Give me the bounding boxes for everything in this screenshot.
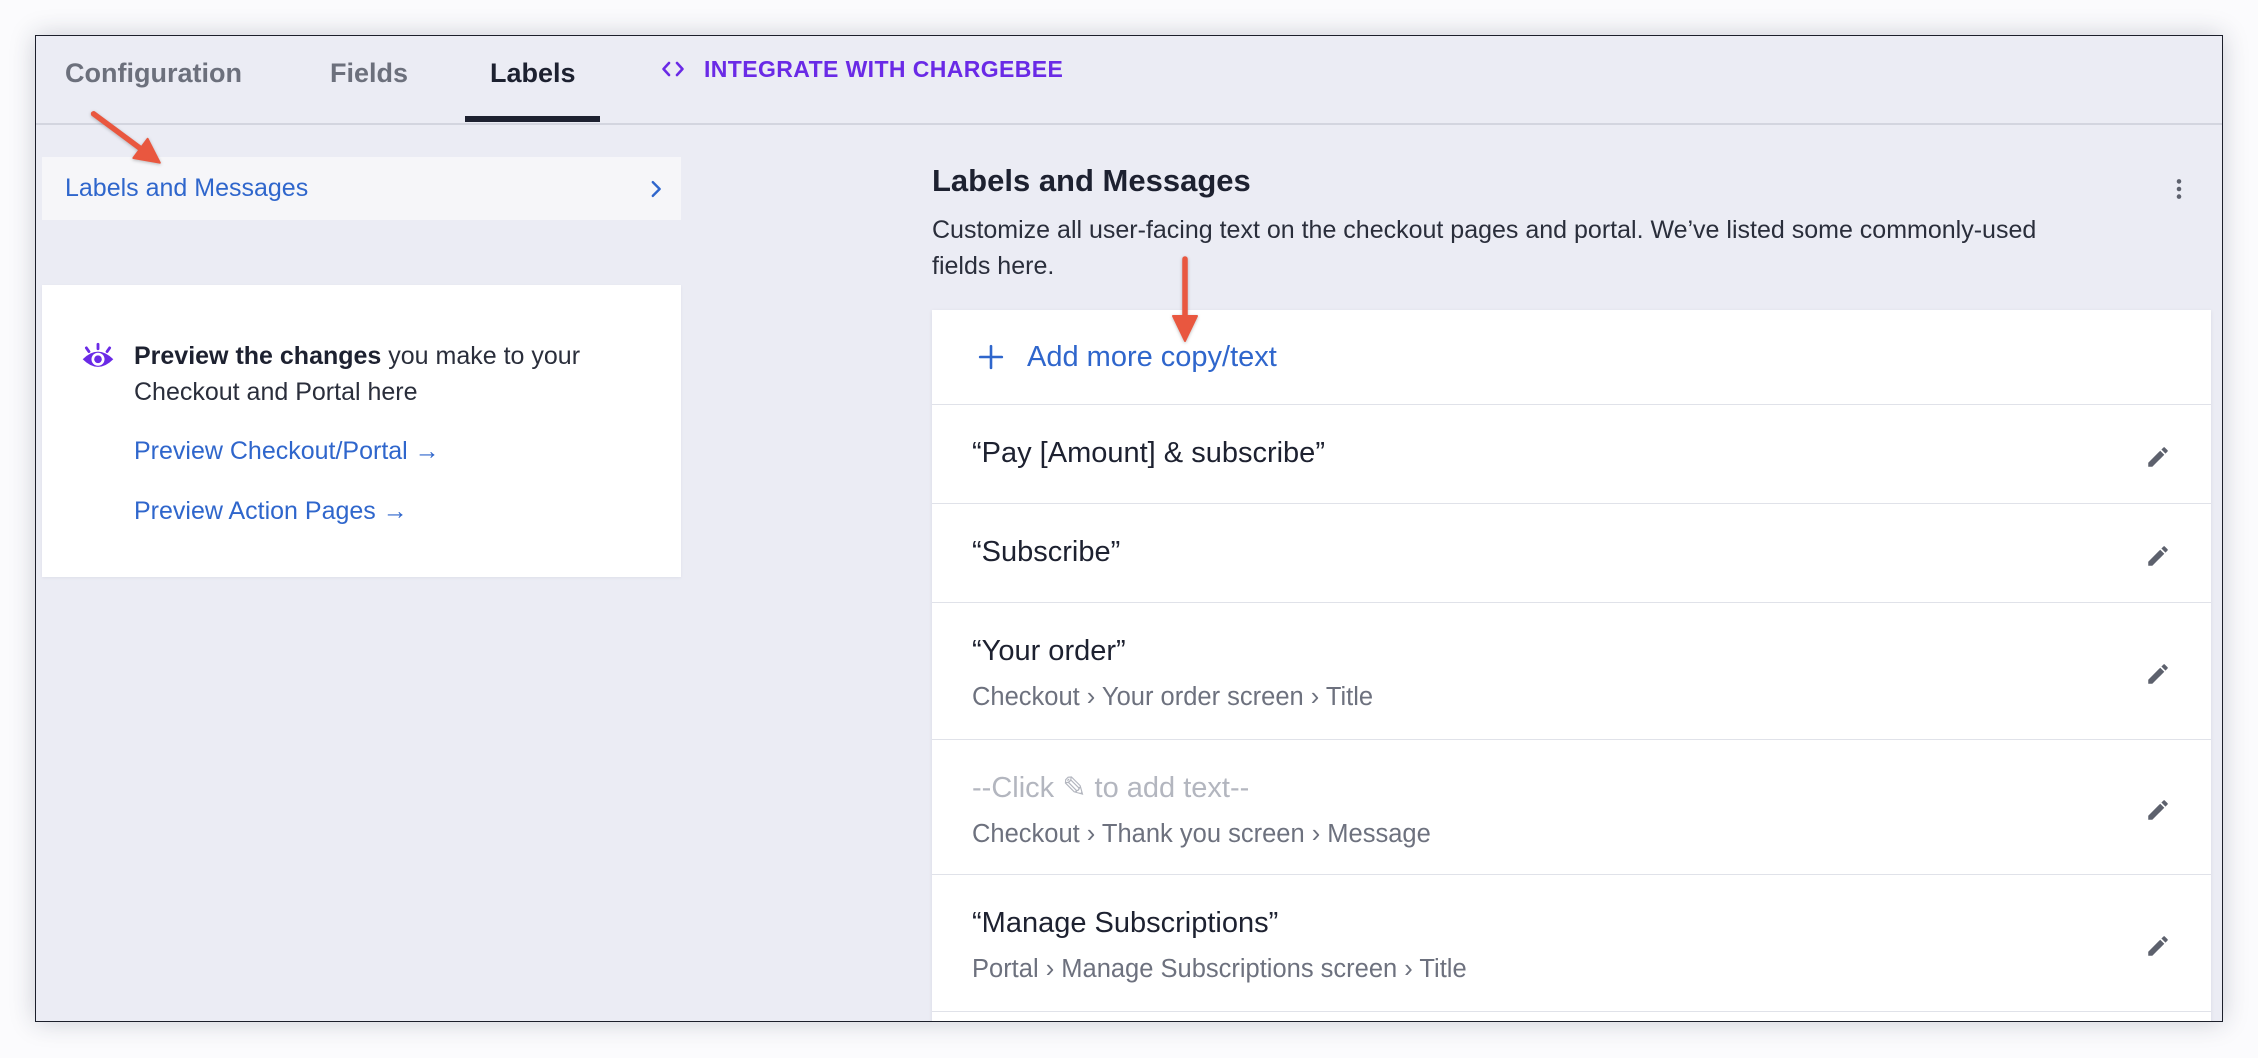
label-location: Checkout › Your order screen › Title <box>972 683 1374 711</box>
chevron-right-icon <box>645 178 667 200</box>
eye-icon <box>81 338 115 372</box>
tab-bar-divider <box>36 123 2222 125</box>
pencil-icon[interactable] <box>2145 543 2171 569</box>
label-text: “Manage Subscriptions” <box>972 907 1279 939</box>
label-row: --Click ✎ to add text-- Checkout › Thank… <box>932 740 2211 875</box>
label-location: Checkout › Thank you screen › Message <box>972 820 1431 848</box>
preview-description-bold: Preview the changes <box>134 342 382 370</box>
label-text: “Your order” <box>972 635 1126 667</box>
preview-checkout-portal-link[interactable]: Preview Checkout/Portal → <box>134 433 440 469</box>
pencil-icon[interactable] <box>2145 933 2171 959</box>
label-row: “Your order” Checkout › Your order scree… <box>932 603 2211 740</box>
tab-configuration[interactable]: Configuration <box>65 56 242 90</box>
page-description: Customize all user-facing text on the ch… <box>932 216 2037 280</box>
code-brackets-icon <box>661 57 685 81</box>
sidebar-item-label: Labels and Messages <box>65 174 309 202</box>
app-window: Configuration Fields Labels INTEGRATE WI… <box>35 35 2223 1022</box>
label-text: “Subscribe” <box>972 536 1121 568</box>
more-options-button[interactable] <box>2166 176 2192 202</box>
add-more-copy-button[interactable]: Add more copy/text <box>932 310 2211 405</box>
pencil-icon[interactable] <box>2145 797 2171 823</box>
preview-card: Preview the changes you make to your Che… <box>42 285 681 577</box>
integrate-label: INTEGRATE WITH CHARGEBEE <box>704 55 1064 82</box>
label-text: “Pay [Amount] & subscribe” <box>972 437 1325 469</box>
pencil-icon[interactable] <box>2145 661 2171 687</box>
tab-fields[interactable]: Fields <box>330 56 408 90</box>
kebab-menu-icon <box>2176 179 2182 199</box>
pencil-icon[interactable] <box>2145 444 2171 470</box>
integrate-with-chargebee-link[interactable]: INTEGRATE WITH CHARGEBEE <box>661 54 1063 84</box>
preview-description: Preview the changes you make to your Che… <box>134 338 641 410</box>
page-title: Labels and Messages <box>932 163 1251 198</box>
plus-icon <box>978 344 1004 370</box>
sidebar-item-labels-and-messages[interactable]: Labels and Messages <box>42 157 681 220</box>
labels-list: Add more copy/text “Pay [Amount] & subsc… <box>932 310 2211 1021</box>
label-row: “Manage Subscriptions” Portal › Manage S… <box>932 875 2211 1012</box>
tab-labels[interactable]: Labels <box>490 56 576 90</box>
active-tab-indicator <box>465 116 600 122</box>
add-more-copy-label: Add more copy/text <box>1027 340 1277 373</box>
label-text-placeholder: --Click ✎ to add text-- <box>972 772 1250 804</box>
label-row: “Pay [Amount] & subscribe” <box>932 405 2211 504</box>
label-location: Portal › Manage Subscriptions screen › T… <box>972 955 1467 983</box>
preview-action-pages-link[interactable]: Preview Action Pages → <box>134 493 408 529</box>
label-row: “Subscribe” <box>932 504 2211 603</box>
